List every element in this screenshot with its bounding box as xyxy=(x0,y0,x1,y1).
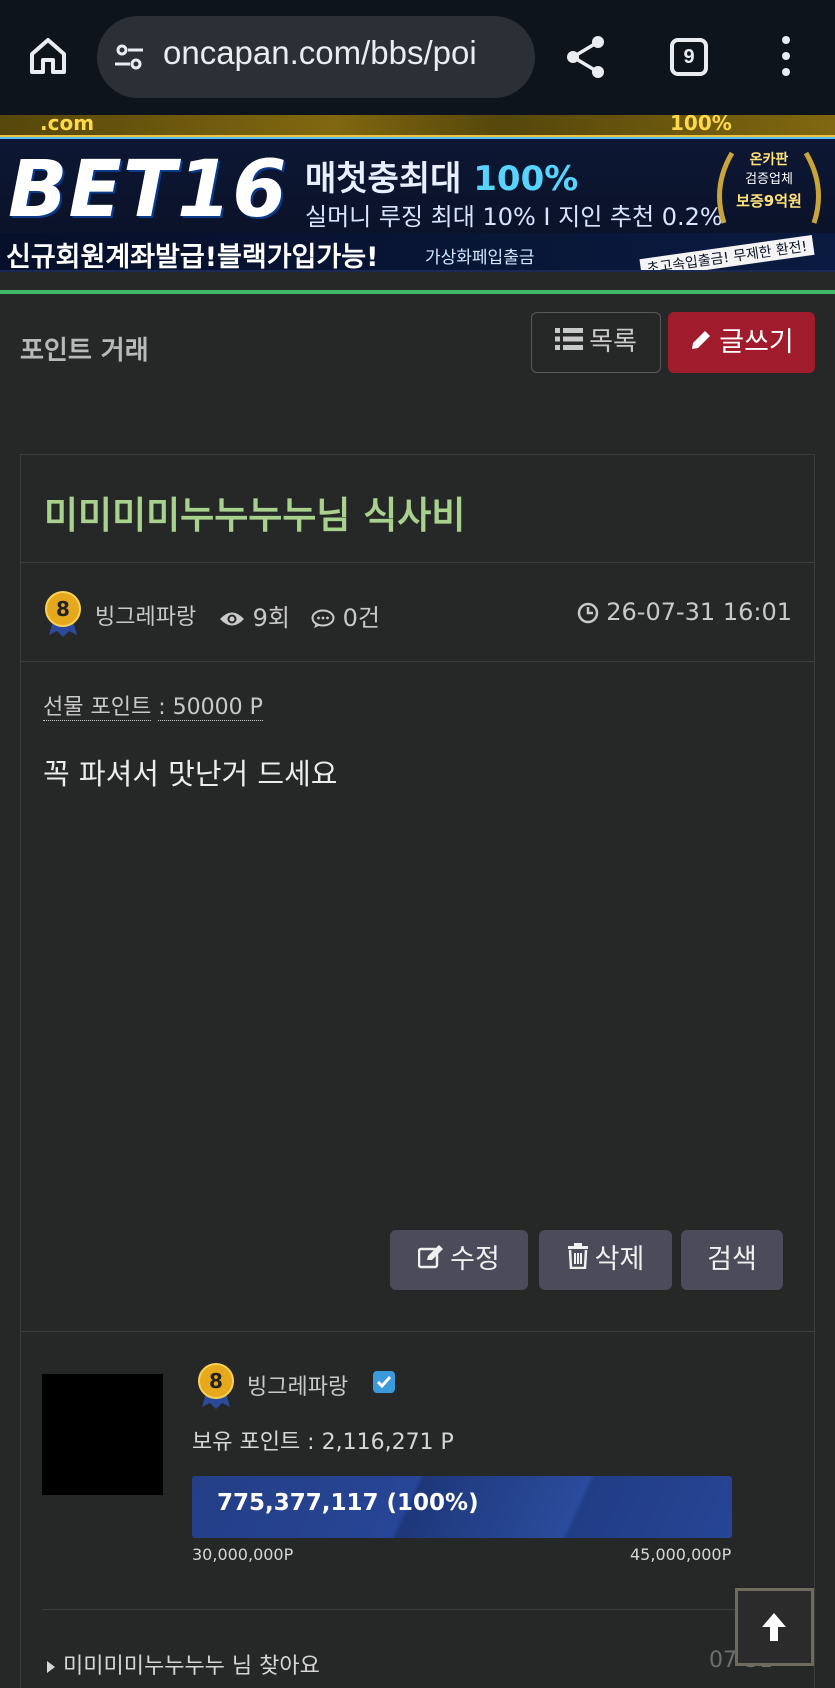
ad-banner[interactable]: BET16 매첫충최대 100% 실머니 루징 최대 10% I 지인 추천 0… xyxy=(0,137,835,272)
progress-min: 30,000,000P xyxy=(192,1545,294,1564)
ad-strip-text: .com xyxy=(40,115,95,135)
recent-post-link[interactable]: 미미미미누누누누 님 찾아요 xyxy=(46,1648,320,1680)
post-body: 꼭 파셔서 맛난거 드세요 xyxy=(43,757,338,791)
profile-name[interactable]: 빙그레파랑 xyxy=(247,1369,348,1401)
site-settings-icon[interactable] xyxy=(113,41,145,73)
header-divider xyxy=(0,290,835,294)
banner-bottom-tag: 초고속입출금! 무제한 환전! xyxy=(639,235,815,270)
clock-icon xyxy=(577,602,598,624)
post-views: 9회 xyxy=(219,598,290,633)
comment-icon xyxy=(311,609,335,628)
points-progress-bar: 775,377,117 (100%) xyxy=(192,1476,732,1538)
banner-bottom-sub: 가상화페입출금 xyxy=(425,248,535,268)
banner-bottom-text: 신규회원계좌발급!블랙가입가능! xyxy=(6,242,379,272)
share-icon[interactable] xyxy=(564,34,608,80)
banner-subline: 실머니 루징 최대 10% I 지인 추천 0.2% xyxy=(305,203,723,231)
post-card: 미미미미누누누누님 식사비 8 빙그레파랑 9회 0건 26-07-31 16:… xyxy=(20,454,815,1332)
eye-icon xyxy=(220,612,244,626)
post-author[interactable]: 빙그레파랑 xyxy=(95,599,196,631)
level-badge-icon: 8 xyxy=(196,1363,236,1409)
svg-text:8: 8 xyxy=(209,1369,223,1393)
list-icon xyxy=(555,313,584,372)
scroll-top-button[interactable] xyxy=(735,1588,814,1666)
progress-text: 775,377,117 (100%) xyxy=(217,1490,479,1516)
list-button[interactable]: 목록 xyxy=(531,312,661,373)
url-text[interactable]: oncapan.com/bbs/poi xyxy=(163,34,525,72)
more-menu-icon[interactable] xyxy=(776,36,796,80)
search-button[interactable]: 검색 xyxy=(681,1230,783,1290)
address-bar[interactable]: oncapan.com/bbs/poi xyxy=(97,16,535,98)
avatar xyxy=(42,1374,163,1495)
level-badge-icon: 8 xyxy=(43,591,83,637)
banner-headline: 매첫충최대 100% xyxy=(305,159,579,199)
post-comments: 0건 xyxy=(311,598,380,633)
write-button[interactable]: 글쓰기 xyxy=(668,312,815,373)
author-profile: 8 빙그레파랑 보유 포인트 : 2,116,271 P 775,377,117… xyxy=(20,1331,815,1688)
post-date: 26-07-31 16:01 xyxy=(577,598,792,626)
tab-switcher-button[interactable]: 9 xyxy=(670,38,708,76)
verified-check-icon xyxy=(373,1371,395,1393)
svg-text:8: 8 xyxy=(56,597,70,621)
profile-points: 보유 포인트 : 2,116,271 P xyxy=(192,1430,454,1455)
board-title: 포인트 거래 xyxy=(20,336,149,366)
home-icon[interactable] xyxy=(24,32,72,80)
progress-max: 45,000,000P xyxy=(630,1545,732,1564)
ad-strip-percent: 100% xyxy=(670,115,732,135)
post-title: 미미미미누누누누님 식사비 xyxy=(44,494,466,537)
caret-right-icon xyxy=(47,1661,55,1673)
pencil-icon xyxy=(689,313,713,374)
edit-icon xyxy=(417,1231,444,1291)
gift-points: 선물 포인트 : 50000 P xyxy=(43,695,263,721)
browser-toolbar: oncapan.com/bbs/poi 9 xyxy=(0,0,835,115)
arrow-up-icon xyxy=(762,1613,786,1641)
post-meta: 8 빙그레파랑 9회 0건 26-07-31 16:01 xyxy=(21,563,814,662)
trash-icon xyxy=(567,1231,589,1291)
banner-guarantee-badge: 온카판 검증업체 보증9억원 xyxy=(710,143,828,231)
edit-button[interactable]: 수정 xyxy=(390,1230,528,1290)
banner-logo: BET16 xyxy=(8,145,288,235)
ad-banner-strip[interactable]: .com 100% xyxy=(0,115,835,137)
delete-button[interactable]: 삭제 xyxy=(539,1230,672,1290)
